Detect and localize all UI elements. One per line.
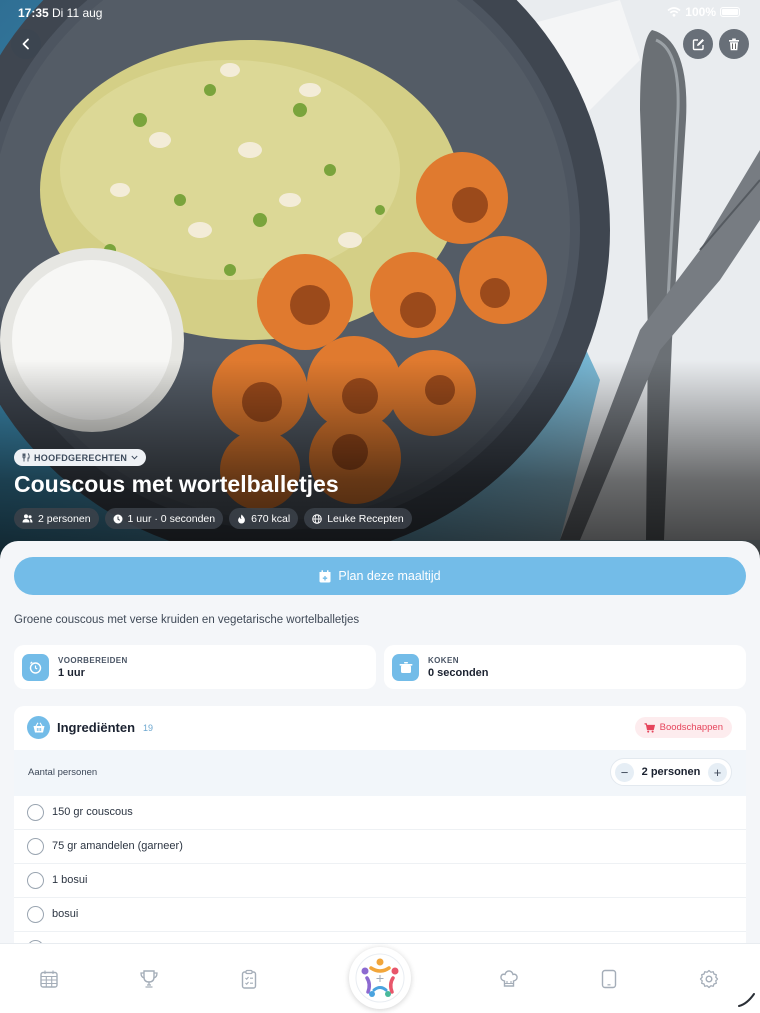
app-logo-icon xyxy=(355,953,405,1003)
chevron-down-icon xyxy=(131,455,138,460)
flame-icon xyxy=(238,514,246,523)
cook-time-card: KOKEN 0 seconden xyxy=(384,645,746,689)
duration-chip: 1 uur · 0 seconden xyxy=(104,508,224,529)
ingredient-checkbox[interactable] xyxy=(27,838,44,855)
settings-icon xyxy=(699,969,719,989)
ingredient-checkbox[interactable] xyxy=(27,906,44,923)
edit-button[interactable] xyxy=(683,29,713,59)
cook-time-value: 0 seconden xyxy=(428,667,489,679)
status-bar: 17:35 Di 11 aug 100% xyxy=(0,0,760,24)
status-time: 17:35 xyxy=(18,6,49,20)
ingredient-text: 75 gr amandelen (garneer) xyxy=(52,840,183,852)
ingredient-item[interactable]: bosui xyxy=(14,898,746,932)
calendar-icon xyxy=(40,970,58,988)
tab-device[interactable] xyxy=(598,968,620,990)
category-label: HOOFDGERECHTEN xyxy=(34,452,128,463)
plan-meal-button[interactable]: Plan deze maaltijd xyxy=(14,557,746,595)
calories-chip: 670 kcal xyxy=(229,508,299,529)
wifi-icon xyxy=(667,7,681,17)
tab-settings[interactable] xyxy=(698,968,720,990)
ingredients-header: Ingrediënten 19 Boodschappen xyxy=(14,706,746,750)
back-button[interactable] xyxy=(11,29,41,59)
ingredients-list: 150 gr couscous 75 gr amandelen (garneer… xyxy=(14,796,746,951)
source-chip-label: Leuke Recepten xyxy=(327,512,404,525)
recipe-description: Groene couscous met verse kruiden en veg… xyxy=(14,614,360,626)
cook-time-label: KOKEN xyxy=(428,656,459,665)
servings-stepper: − 2 personen + xyxy=(610,758,732,786)
cutlery-icon xyxy=(22,453,30,462)
tab-checklist[interactable] xyxy=(238,968,260,990)
timer-icon xyxy=(29,661,42,674)
ingredient-item[interactable]: 150 gr couscous xyxy=(14,796,746,830)
prep-time-label: VOORBEREIDEN xyxy=(58,656,128,665)
cook-time-icon-badge xyxy=(392,654,419,681)
recipe-meta: 2 personen 1 uur · 0 seconden 670 kcal L… xyxy=(14,508,412,529)
ingredient-item[interactable]: 1 bosui xyxy=(14,864,746,898)
servings-row: Aantal personen − 2 personen + xyxy=(14,750,746,796)
tab-achievements[interactable] xyxy=(138,968,160,990)
shopping-button[interactable]: Boodschappen xyxy=(634,717,732,738)
trophy-icon xyxy=(140,970,158,988)
persons-chip-label: 2 personen xyxy=(38,512,91,525)
trash-icon xyxy=(729,38,739,50)
persons-chip: 2 personen xyxy=(14,508,99,529)
chevron-left-icon xyxy=(22,38,29,50)
ingredients-card: Ingrediënten 19 Boodschappen Aantal pers… xyxy=(14,706,746,951)
bottom-tab-bar xyxy=(0,943,760,1013)
recipe-title: Couscous met wortelballetjes xyxy=(14,471,339,497)
shopping-button-label: Boodschappen xyxy=(659,722,723,733)
scroll-indicator-icon xyxy=(738,993,755,1007)
checklist-icon xyxy=(241,969,257,989)
basket-icon xyxy=(33,722,44,733)
calendar-plus-icon xyxy=(319,569,331,582)
ingredients-title: Ingrediënten xyxy=(57,720,136,735)
battery-percentage: 100% xyxy=(685,5,716,19)
status-right: 100% xyxy=(667,5,740,19)
servings-label: Aantal personen xyxy=(28,767,98,778)
ingredient-checkbox[interactable] xyxy=(27,872,44,889)
ingredient-text: 1 bosui xyxy=(52,874,88,886)
cooking-pot-icon xyxy=(399,662,412,673)
prep-time-card: VOORBEREIDEN 1 uur xyxy=(14,645,376,689)
servings-increment-button[interactable]: + xyxy=(708,762,727,782)
prep-time-value: 1 uur xyxy=(58,667,85,679)
ingredients-count: 19 xyxy=(143,723,154,733)
duration-chip-label: 1 uur · 0 seconden xyxy=(127,512,216,525)
servings-decrement-button[interactable]: − xyxy=(615,762,634,782)
category-dropdown[interactable]: HOOFDGERECHTEN xyxy=(14,449,147,466)
home-logo-button[interactable] xyxy=(349,947,411,1009)
people-icon xyxy=(22,514,33,523)
servings-value: 2 personen xyxy=(641,766,701,778)
tab-calendar[interactable] xyxy=(38,968,60,990)
ingredient-text: bosui xyxy=(52,908,79,920)
plan-meal-label: Plan deze maaltijd xyxy=(338,569,441,583)
battery-icon xyxy=(720,7,740,17)
calories-chip-label: 670 kcal xyxy=(251,512,291,525)
prep-time-icon-badge xyxy=(22,654,49,681)
globe-icon xyxy=(312,513,323,524)
source-chip[interactable]: Leuke Recepten xyxy=(304,508,412,529)
ingredients-icon-badge xyxy=(27,716,50,739)
tab-recipes[interactable] xyxy=(498,968,520,990)
cart-icon xyxy=(644,722,655,733)
ingredient-text: 150 gr couscous xyxy=(52,806,133,818)
ingredient-item[interactable]: 75 gr amandelen (garneer) xyxy=(14,830,746,864)
edit-icon xyxy=(692,38,704,50)
delete-button[interactable] xyxy=(719,29,749,59)
clock-icon xyxy=(113,514,123,523)
status-date: Di 11 aug xyxy=(52,6,103,20)
ingredient-checkbox[interactable] xyxy=(27,804,44,821)
chef-hat-icon xyxy=(500,970,518,987)
tablet-icon xyxy=(601,969,617,989)
